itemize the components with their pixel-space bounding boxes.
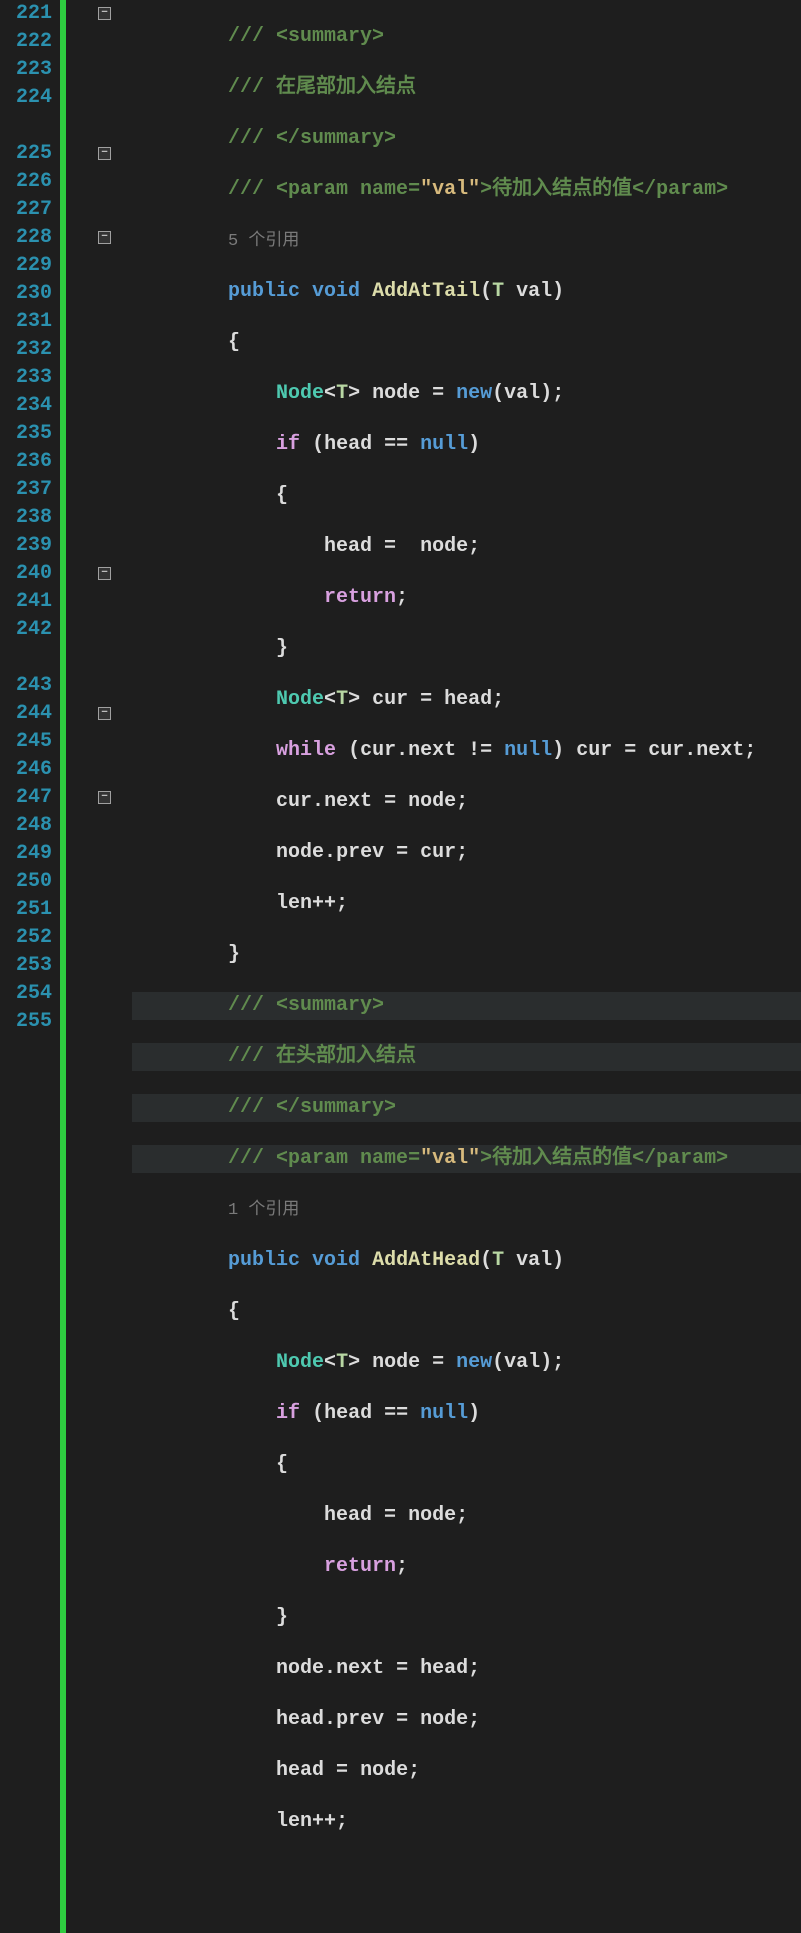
code-line[interactable]: Node<T> node = new(val); [132, 1349, 801, 1377]
code-line[interactable]: cur.next = node; [132, 788, 801, 816]
code-line[interactable]: { [132, 482, 801, 510]
code-line[interactable]: /// 在尾部加入结点 [132, 74, 801, 102]
change-marker-margin [60, 0, 96, 1933]
line-number: 249 [0, 840, 52, 868]
line-number: 221 [0, 0, 52, 28]
fold-toggle[interactable]: − [98, 7, 111, 20]
line-number: 235 [0, 420, 52, 448]
code-line[interactable]: { [132, 329, 801, 357]
fold-toggle[interactable]: − [98, 707, 111, 720]
code-line[interactable]: head.prev = node; [132, 1706, 801, 1734]
code-area[interactable]: /// <summary> /// 在尾部加入结点 /// </summary>… [132, 0, 801, 1933]
code-line[interactable]: /// 在头部加入结点 [132, 1043, 801, 1071]
line-number: 244 [0, 700, 52, 728]
code-line[interactable]: node.next = head; [132, 1655, 801, 1683]
line-number: 230 [0, 280, 52, 308]
codelens[interactable]: 1 个引用 [132, 1196, 801, 1224]
fold-toggle[interactable]: − [98, 567, 111, 580]
code-line[interactable]: len++; [132, 890, 801, 918]
code-editor[interactable]: 221 222 223 224 225 226 227 228 229 230 … [0, 0, 801, 1933]
code-line[interactable]: return; [132, 584, 801, 612]
fold-toggle[interactable]: − [98, 791, 111, 804]
code-line[interactable]: /// <summary> [132, 23, 801, 51]
fold-toggle[interactable]: − [98, 147, 111, 160]
line-number [0, 644, 52, 672]
line-number: 243 [0, 672, 52, 700]
code-line[interactable]: public void AddAtTail(T val) [132, 278, 801, 306]
code-line[interactable]: head = node; [132, 1757, 801, 1785]
line-number: 236 [0, 448, 52, 476]
line-number: 239 [0, 532, 52, 560]
line-number: 226 [0, 168, 52, 196]
line-number: 229 [0, 252, 52, 280]
code-line[interactable]: head = node; [132, 1502, 801, 1530]
fold-toggle[interactable]: − [98, 231, 111, 244]
line-number: 251 [0, 896, 52, 924]
line-number: 253 [0, 952, 52, 980]
line-number: 224 [0, 84, 52, 112]
line-number: 254 [0, 980, 52, 1008]
line-number [0, 112, 52, 140]
code-line[interactable]: { [132, 1451, 801, 1479]
code-line[interactable]: } [132, 635, 801, 663]
line-number: 238 [0, 504, 52, 532]
line-number: 222 [0, 28, 52, 56]
line-number: 240 [0, 560, 52, 588]
line-number: 255 [0, 1008, 52, 1036]
line-number: 232 [0, 336, 52, 364]
code-line[interactable]: { [132, 1298, 801, 1326]
code-line[interactable]: /// </summary> [132, 1094, 801, 1122]
line-number: 227 [0, 196, 52, 224]
line-number: 223 [0, 56, 52, 84]
code-line[interactable]: node.prev = cur; [132, 839, 801, 867]
code-line[interactable]: /// <param name="val">待加入结点的值</param> [132, 1145, 801, 1173]
line-number: 225 [0, 140, 52, 168]
line-number: 250 [0, 868, 52, 896]
line-number: 237 [0, 476, 52, 504]
line-number: 234 [0, 392, 52, 420]
code-line[interactable]: if (head == null) [132, 431, 801, 459]
code-line[interactable]: head = node; [132, 533, 801, 561]
codelens[interactable]: 5 个引用 [132, 227, 801, 255]
line-number: 245 [0, 728, 52, 756]
code-line[interactable]: } [132, 1604, 801, 1632]
code-line[interactable]: public void AddAtHead(T val) [132, 1247, 801, 1275]
line-number: 247 [0, 784, 52, 812]
line-number: 242 [0, 616, 52, 644]
code-line[interactable]: if (head == null) [132, 1400, 801, 1428]
code-line[interactable]: /// </summary> [132, 125, 801, 153]
line-number-gutter: 221 222 223 224 225 226 227 228 229 230 … [0, 0, 60, 1933]
fold-column: − − − − − − [96, 0, 132, 1933]
line-number: 233 [0, 364, 52, 392]
line-number: 228 [0, 224, 52, 252]
code-line[interactable]: len++; [132, 1808, 801, 1836]
code-line[interactable]: /// <param name="val">待加入结点的值</param> [132, 176, 801, 204]
code-line[interactable] [132, 1859, 801, 1887]
code-line[interactable]: return; [132, 1553, 801, 1581]
line-number: 246 [0, 756, 52, 784]
line-number: 252 [0, 924, 52, 952]
code-line[interactable]: while (cur.next != null) cur = cur.next; [132, 737, 801, 765]
line-number: 241 [0, 588, 52, 616]
line-number: 248 [0, 812, 52, 840]
code-line[interactable]: } [132, 941, 801, 969]
code-line[interactable]: Node<T> cur = head; [132, 686, 801, 714]
change-marker [60, 0, 66, 1933]
code-line[interactable]: Node<T> node = new(val); [132, 380, 801, 408]
code-line[interactable]: /// <summary> [132, 992, 801, 1020]
line-number: 231 [0, 308, 52, 336]
